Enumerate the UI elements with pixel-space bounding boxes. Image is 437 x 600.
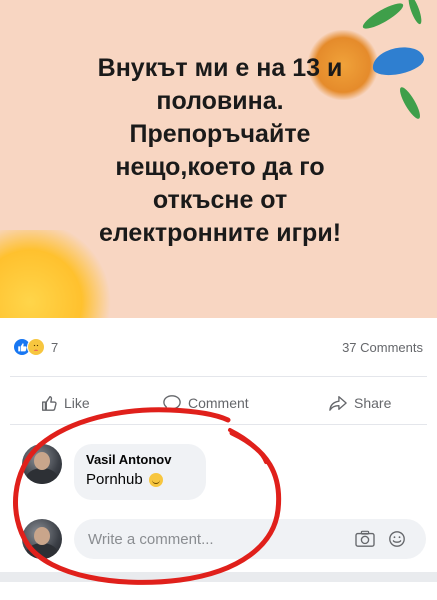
leaf-decoration [406, 0, 424, 26]
smile-emoji-icon [148, 472, 163, 487]
action-bar: Like Comment Share [0, 388, 437, 418]
comment-icon [163, 395, 181, 412]
divider [10, 376, 427, 377]
comment-bubble: Vasil Antonov Pornhub [74, 444, 206, 500]
like-icon [42, 396, 57, 411]
reactions-summary[interactable]: 7 [13, 338, 58, 356]
leaf-decoration [360, 0, 406, 33]
separator [0, 572, 437, 582]
share-icon [329, 396, 347, 411]
comment-button[interactable]: Comment [162, 394, 249, 412]
like-button[interactable]: Like [40, 394, 90, 412]
post-text: Внукът ми е на 13 и половина. Препоръчай… [97, 54, 343, 247]
leaf-decoration [396, 84, 424, 122]
comment-label: Comment [188, 395, 249, 411]
share-label: Share [354, 395, 392, 411]
comments-count[interactable]: 37 Comments [342, 340, 423, 355]
user-avatar [22, 519, 62, 559]
reactions-count: 7 [51, 339, 59, 355]
post-background: Внукът ми е на 13 и половина. Препоръчай… [0, 0, 437, 318]
commenter-avatar[interactable] [22, 444, 62, 484]
feed-bottom [0, 582, 437, 600]
care-reaction-icon [27, 338, 45, 356]
emoji-icon[interactable] [388, 530, 406, 553]
like-label: Like [64, 395, 90, 411]
share-button[interactable]: Share [328, 394, 391, 412]
comment-text-row: Pornhub [86, 471, 194, 488]
divider [10, 424, 427, 425]
comment-author[interactable]: Vasil Antonov [86, 452, 194, 467]
comment-text: Pornhub [86, 471, 143, 488]
camera-icon[interactable] [354, 530, 376, 553]
